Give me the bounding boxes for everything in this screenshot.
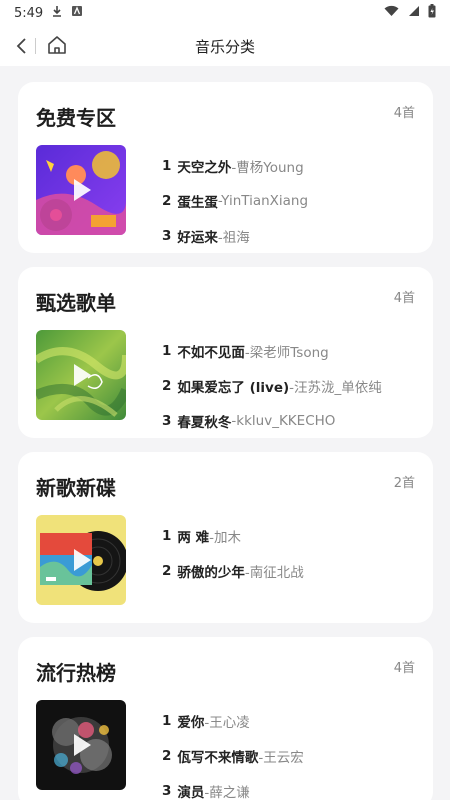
song-count: 4首 bbox=[393, 106, 415, 121]
track-item[interactable]: 2 骄傲的少年 -南征北战 bbox=[162, 553, 304, 588]
back-chevron-icon[interactable] bbox=[12, 36, 32, 56]
track-artist: -曹杨Young bbox=[231, 159, 304, 176]
play-icon bbox=[72, 178, 92, 202]
track-title: 两 难 bbox=[177, 529, 210, 546]
track-item[interactable]: 3 演员 -薛之谦 bbox=[162, 773, 304, 800]
card-title: 甄选歌单 bbox=[36, 291, 116, 315]
track-number: 2 bbox=[162, 377, 172, 394]
track-title: 演员 bbox=[177, 784, 205, 800]
track-title: 蛋生蛋 bbox=[177, 194, 218, 211]
track-title: 如果爱忘了 (live) bbox=[177, 379, 290, 396]
track-list: 1 天空之外 -曹杨Young 2 蛋生蛋 -YinTianXiang 3 好运来 -祖海 bbox=[162, 148, 308, 253]
song-count: 4首 bbox=[393, 661, 415, 676]
track-artist: -薛之谦 bbox=[204, 784, 250, 800]
app-a-icon bbox=[71, 5, 83, 21]
header-divider bbox=[35, 38, 36, 54]
card-title: 流行热榜 bbox=[36, 661, 116, 685]
track-artist: -南征北战 bbox=[244, 564, 304, 581]
top-nav-bar: 音乐分类 bbox=[0, 26, 450, 66]
track-artist: -王心凌 bbox=[204, 714, 250, 731]
song-count: 4首 bbox=[393, 291, 415, 306]
track-number: 1 bbox=[162, 527, 172, 544]
play-icon bbox=[72, 548, 92, 572]
track-number: 3 bbox=[162, 782, 172, 799]
song-count: 2首 bbox=[393, 476, 415, 491]
track-artist: -梁老师Tsong bbox=[244, 344, 329, 361]
track-title: 天空之外 bbox=[177, 159, 232, 176]
track-number: 1 bbox=[162, 157, 172, 174]
track-title: 爱你 bbox=[177, 714, 205, 731]
wifi-icon bbox=[384, 5, 399, 21]
track-artist: -YinTianXiang bbox=[217, 192, 309, 209]
track-item[interactable]: 1 天空之外 -曹杨Young bbox=[162, 148, 308, 183]
track-list: 1 两 难 -加木 2 骄傲的少年 -南征北战 bbox=[162, 518, 304, 588]
track-list: 1 不如不见面 -梁老师Tsong 2 如果爱忘了 (live) -汪苏泷_单依纯 3春… bbox=[162, 333, 382, 438]
album-cover[interactable] bbox=[36, 145, 126, 235]
category-card-new-releases[interactable]: 新歌新碟 2首 1 两 难 -加木 2 骄傲的少年 -南征北战 bbox=[18, 452, 433, 623]
track-item[interactable]: 1 不如不见面 -梁老师Tsong bbox=[162, 333, 382, 368]
card-title: 新歌新碟 bbox=[36, 476, 116, 500]
track-title: 好运来 bbox=[177, 229, 218, 246]
album-cover[interactable] bbox=[36, 515, 126, 605]
track-title: 春夏秋冬 bbox=[177, 414, 232, 431]
track-list: 1 爱你 -王心凌 2 佤写不来情歌 -王云宏 3 演员 -薛之谦 bbox=[162, 703, 304, 800]
track-number: 2 bbox=[162, 747, 172, 764]
track-item[interactable]: 2 佤写不来情歌 -王云宏 bbox=[162, 738, 304, 773]
track-artist: -祖海 bbox=[217, 229, 250, 246]
category-card-free[interactable]: 免费专区 4首 1 天空之外 -曹杨Young 2 蛋生蛋 -YinTianXi… bbox=[18, 82, 433, 253]
album-cover[interactable] bbox=[36, 330, 126, 420]
status-bar: 5:49 bbox=[0, 0, 450, 26]
track-number: 2 bbox=[162, 192, 172, 209]
track-item[interactable]: 1 爱你 -王心凌 bbox=[162, 703, 304, 738]
home-icon[interactable] bbox=[46, 34, 68, 56]
category-list: 免费专区 4首 1 天空之外 -曹杨Young 2 蛋生蛋 -YinTianXi… bbox=[18, 82, 433, 800]
track-item[interactable]: 1 两 难 -加木 bbox=[162, 518, 304, 553]
track-number: 3 bbox=[162, 227, 172, 244]
track-item[interactable]: 2 如果爱忘了 (live) -汪苏泷_单依纯 bbox=[162, 368, 382, 403]
track-artist: -kkluv_KKECHO bbox=[231, 412, 336, 429]
track-artist: -加木 bbox=[209, 529, 241, 546]
track-title: 不如不见面 bbox=[177, 344, 245, 361]
track-item[interactable]: 3 春夏秋冬 -kkluv_KKECHO bbox=[162, 403, 382, 438]
signal-icon bbox=[407, 5, 420, 21]
track-number: 3 bbox=[162, 412, 172, 429]
card-title: 免费专区 bbox=[36, 106, 116, 130]
download-icon bbox=[51, 5, 63, 21]
category-card-popular-chart[interactable]: 流行热榜 4首 1 爱你 -王心凌 2 佤写不来情歌 -王云宏 3 演员 -薛之谦 bbox=[18, 637, 433, 800]
category-card-selected[interactable]: 甄选歌单 4首 1 不如不见面 -梁老师Tsong 2 如果爱忘了 (live)… bbox=[18, 267, 433, 438]
track-title: 佤写不来情歌 bbox=[177, 749, 259, 766]
clock: 5:49 bbox=[14, 5, 44, 21]
play-icon bbox=[72, 363, 92, 387]
track-number: 2 bbox=[162, 562, 172, 579]
album-cover[interactable] bbox=[36, 700, 126, 790]
track-number: 1 bbox=[162, 712, 172, 729]
track-item[interactable]: 3 好运来 -祖海 bbox=[162, 218, 308, 253]
track-artist: -王云宏 bbox=[258, 749, 304, 766]
battery-icon bbox=[428, 4, 436, 22]
track-title: 骄傲的少年 bbox=[177, 564, 245, 581]
track-item[interactable]: 2 蛋生蛋 -YinTianXiang bbox=[162, 183, 308, 218]
track-number: 1 bbox=[162, 342, 172, 359]
play-icon bbox=[72, 733, 92, 757]
track-artist: -汪苏泷_单依纯 bbox=[289, 379, 382, 396]
